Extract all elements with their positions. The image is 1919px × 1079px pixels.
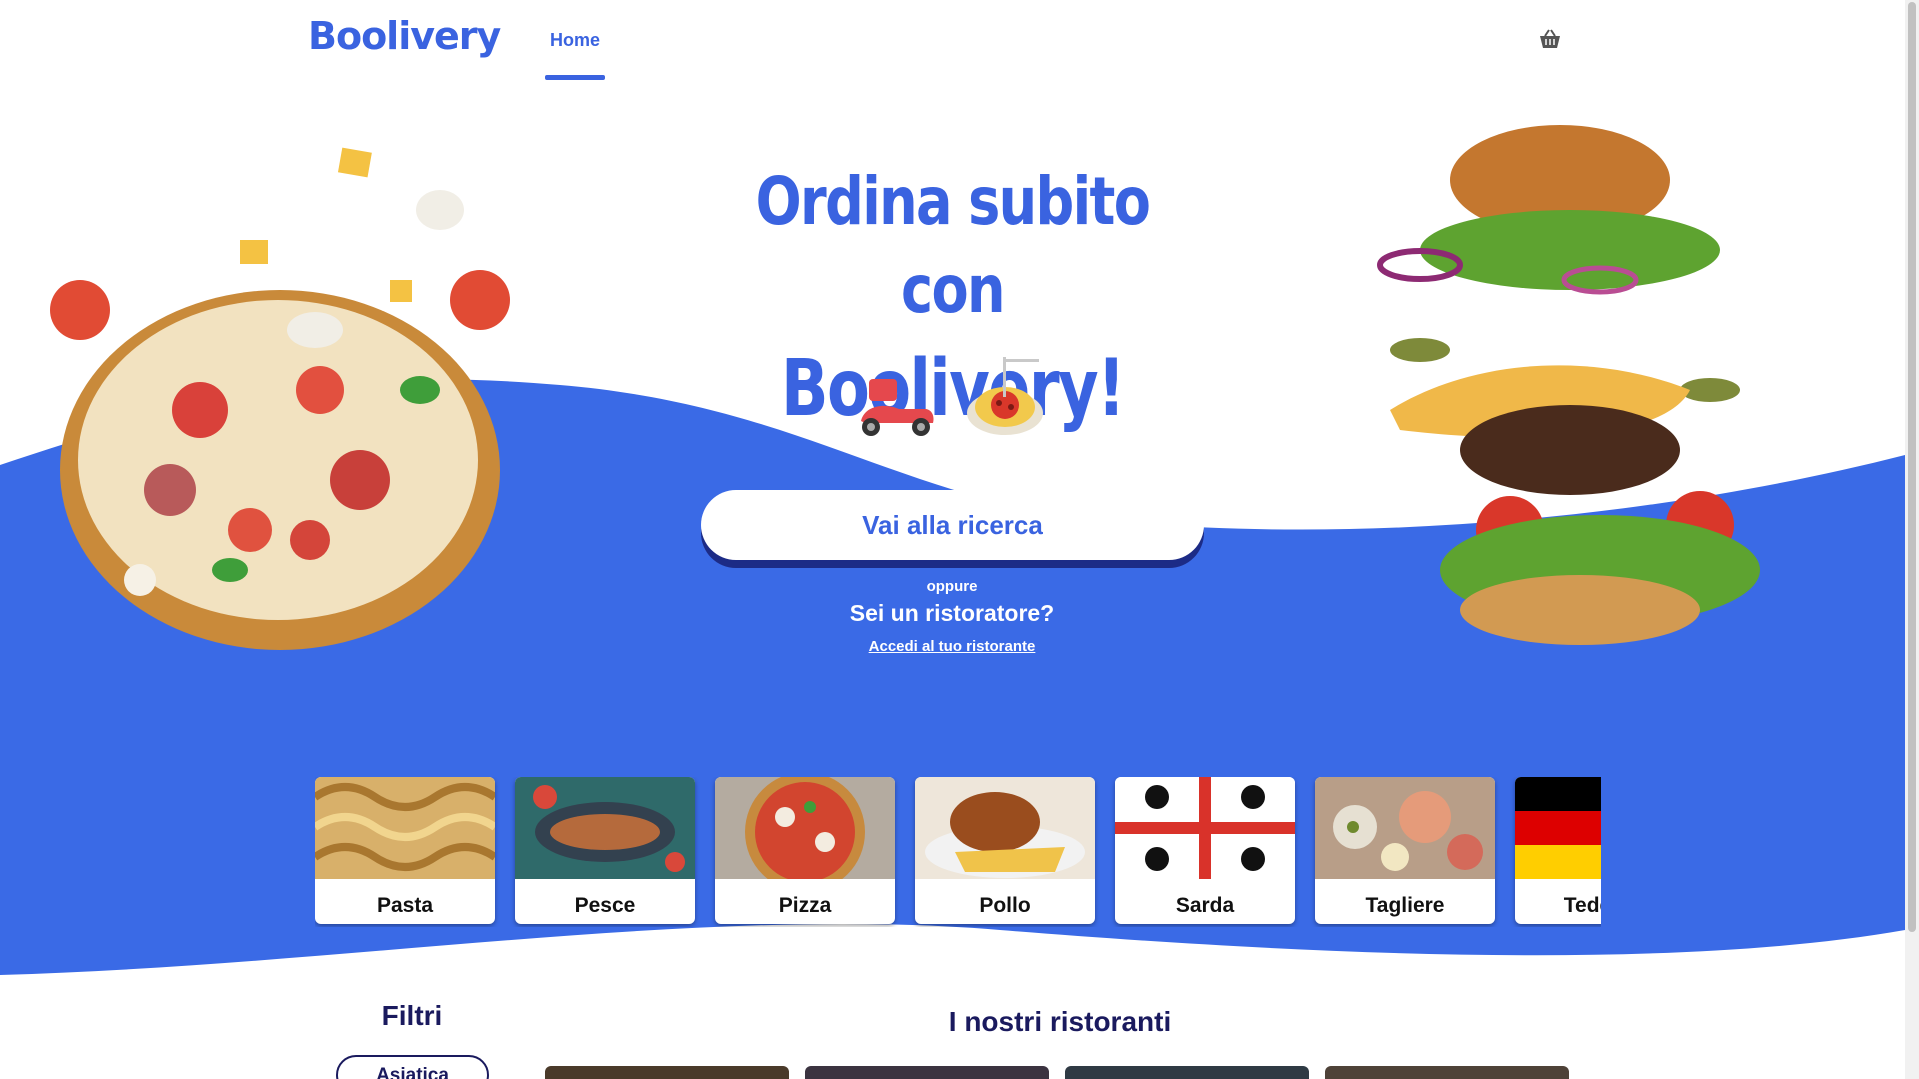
restaurant-card[interactable]: [1065, 1066, 1309, 1079]
nav-home-link[interactable]: Home: [545, 0, 605, 80]
category-card-tedesca[interactable]: Tedesca: [1515, 777, 1601, 924]
pasta-image: [315, 777, 495, 879]
nav-home-label: Home: [549, 30, 600, 50]
page: Boolivery Home Ordina subito con Boolive…: [0, 0, 1905, 1079]
pizza-illustration: [50, 147, 510, 650]
filters-title: Filtri: [381, 1000, 443, 1031]
restaurant-card[interactable]: [545, 1066, 789, 1079]
logo[interactable]: Boolivery: [308, 14, 501, 58]
category-card-pesce[interactable]: Pesce: [515, 777, 695, 924]
category-card-tagliere[interactable]: Tagliere: [1315, 777, 1495, 924]
category-label: Sarda: [1175, 894, 1235, 917]
burger-illustration: [1377, 125, 1760, 645]
restaurateur-question: Sei un ristoratore?: [849, 600, 1055, 626]
search-button[interactable]: Vai alla ricerca: [701, 490, 1204, 560]
category-card-pasta[interactable]: Pasta: [315, 777, 495, 924]
category-card-sarda[interactable]: Sarda: [1115, 777, 1295, 924]
basket-icon[interactable]: [1538, 28, 1562, 50]
restaurants-title: I nostri ristoranti: [948, 1006, 1172, 1037]
germany-flag-image: [1515, 777, 1601, 879]
category-label: Pesce: [574, 894, 636, 917]
spaghetti-icon: [967, 357, 1043, 435]
category-card-pollo[interactable]: Pollo: [915, 777, 1095, 924]
nav-active-indicator: [545, 75, 605, 80]
fish-image: [515, 777, 695, 879]
sardinia-flag-image: [1115, 777, 1295, 879]
filter-asiatica-button[interactable]: Asiatica: [336, 1055, 489, 1079]
category-label: Tagliere: [1365, 894, 1445, 917]
category-label: Tedesca: [1563, 894, 1601, 917]
restaurant-card[interactable]: [1325, 1066, 1569, 1079]
category-card-pizza[interactable]: Pizza: [715, 777, 895, 924]
or-text: oppure: [926, 578, 978, 595]
logo-text: Boolivery: [308, 14, 501, 58]
scrollbar-thumb[interactable]: [1908, 2, 1916, 932]
top-navbar: Boolivery Home: [0, 0, 1905, 80]
vertical-scrollbar[interactable]: [1905, 0, 1919, 1079]
hero-title-line1: Ordina subito con: [755, 163, 1151, 328]
restaurant-login-link[interactable]: Accedi al tuo ristorante: [802, 638, 1102, 655]
hero-emoji-row: [855, 355, 1055, 436]
category-label: Pollo: [979, 894, 1031, 917]
pizza-image: [715, 777, 895, 892]
category-label: Pizza: [778, 894, 832, 917]
chicken-image: [915, 777, 1095, 879]
category-carousel[interactable]: Pasta Pesce Pizza Pollo Sarda Tagliere T…: [315, 777, 1601, 927]
scooter-icon: [861, 379, 934, 436]
restaurant-card[interactable]: [805, 1066, 1049, 1079]
platter-image: [1315, 777, 1495, 879]
category-label: Pasta: [376, 894, 434, 917]
